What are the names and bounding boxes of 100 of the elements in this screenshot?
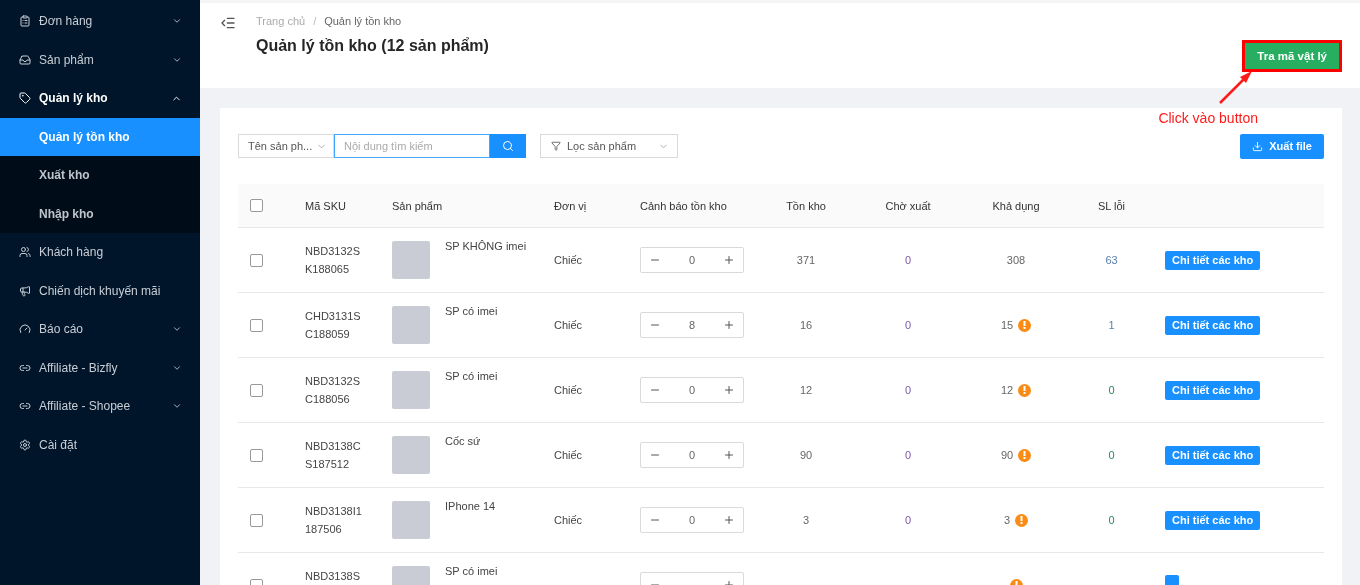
download-icon [1252,140,1264,152]
photo-placeholder [392,241,430,279]
column-header: Cảnh báo tồn kho [639,199,728,212]
stock-cell: 12 [799,384,813,396]
product-filter-select[interactable]: Lọc sản phẩm [540,134,678,158]
sku-cell-text: NBD3138S [304,569,362,584]
product-name: Cốc sứ [445,435,481,447]
search-field[interactable]: Nội dung tìm kiếm [334,134,490,158]
stock-cell: 371 [796,254,816,266]
defects-cell: 0 [1108,384,1115,396]
stock-alert-stepper[interactable]: 0 [640,507,744,533]
available-cell: 90 [1000,449,1014,461]
page-title: Quản lý tồn kho (12 sản phẩm) [256,37,490,55]
column-header: Chờ xuất [884,199,932,212]
column-header: Mã SKU [304,199,347,212]
product-name: SP có imei [445,370,498,382]
unit-cell-text: Chiếc [553,319,583,331]
annotation-text: Click vào button [1158,110,1258,126]
unit-cell-text: Chiếc [553,254,583,266]
sidebar-item[interactable]: Sản phẩm [0,40,200,79]
warehouse-details-button[interactable]: Chi tiết các kho [1165,510,1261,530]
row-checkbox[interactable] [250,383,263,397]
sku-cell-text: NBD3132S K188065 [304,244,362,277]
pending-cell: 0 [904,319,912,331]
search-icon [502,140,514,152]
product-name: SP có imei [445,305,498,317]
submenu-item[interactable]: Xuất kho [0,156,200,195]
search-by-select[interactable]: Tên sản ph... [238,134,334,158]
column-header: Tồn kho [785,199,827,212]
sidebar-item[interactable]: Báo cáo [0,310,200,349]
plus-icon[interactable] [723,449,735,461]
plus-icon[interactable] [723,514,735,526]
stock-alert-stepper[interactable]: 0 [640,247,744,273]
plus-icon[interactable] [723,254,735,266]
photo-placeholder [392,436,430,474]
sidebar-item[interactable]: Khách hàng [0,233,200,272]
available-cell: 308 [1006,254,1026,266]
column-header: Đơn vị [553,199,588,212]
settings-icon [19,438,31,451]
submenu-item[interactable]: Quản lý tồn kho [0,117,200,156]
sidebar-item[interactable]: Cài đặt [0,425,200,464]
warehouse-details-button[interactable]: Chi tiết các kho [1165,315,1261,335]
defects-cell: 0 [1108,514,1115,526]
breadcrumb-link[interactable]: Quản lý tồn kho [324,15,402,27]
defects-cell: 63 [1105,254,1118,266]
column-header: SL lỗi [1096,199,1127,212]
users-icon [19,246,31,259]
sku-cell-text: NBD3138I1 187506 [304,504,363,537]
megaphone-icon [19,284,31,297]
plus-icon[interactable] [723,384,735,396]
stock-alert-stepper[interactable]: 0 [640,442,744,468]
inbox-icon [19,53,31,66]
product-name: SP có imei [445,565,498,577]
available-cell: 15 [1000,319,1014,331]
photo-placeholder [392,371,430,409]
warehouse-details-button[interactable]: Chi tiết các kho [1165,380,1261,400]
sidebar-item[interactable]: Quản lý kho [0,79,200,118]
sidebar-item[interactable]: Chiến dịch khuyến mãi [0,271,200,310]
export-button[interactable]: Xuất file [1240,133,1324,159]
search-button[interactable] [490,134,526,158]
plus-icon[interactable] [723,319,735,331]
unit-cell-text: Chiếc [553,384,583,396]
photo-placeholder [392,501,430,539]
warehouse-details-button[interactable]: Chi tiết các kho [1165,445,1261,465]
unit-cell-text: Chiếc [553,449,583,461]
warehouse-details-button[interactable]: Chi tiết các kho [1165,250,1261,270]
filter-icon [551,141,561,151]
stock-cell: 16 [799,319,813,331]
collapse-menu-icon[interactable] [220,15,236,31]
available-cell: 12 [1000,384,1014,396]
row-checkbox[interactable] [250,253,263,267]
clipboard-icon [19,15,31,28]
product-name: IPhone 14 [445,500,496,512]
select-all-checkbox[interactable] [250,199,263,212]
sidebar-item[interactable]: Đơn hàng [0,2,200,41]
row-checkbox[interactable] [250,448,263,462]
sku-cell-text: NBD3138C S187512 [304,439,362,472]
photo-placeholder [392,306,430,344]
gauge-icon [19,323,31,336]
sku-cell-text: NBD3132S C188056 [304,374,362,407]
defects-cell: 0 [1108,449,1115,461]
sidebar-item[interactable]: Affiliate - Shopee [0,387,200,426]
pending-cell: 0 [904,254,912,266]
column-header: Khả dụng [991,199,1041,212]
sku-cell-text: CHD3131S C188059 [304,309,362,342]
breadcrumb-separator: / [313,15,317,27]
row-checkbox[interactable] [250,318,263,332]
stock-cell: 90 [799,449,813,461]
defects-cell: 1 [1108,319,1115,331]
row-checkbox[interactable] [250,513,263,527]
stock-alert-stepper[interactable]: 0 [640,377,744,403]
product-name: SP KHÔNG imei [445,240,527,252]
tag-icon [19,92,31,105]
submenu-item[interactable]: Nhập kho [0,194,200,233]
stock-cell: 3 [802,514,810,526]
pending-cell: 0 [904,514,912,526]
stock-alert-stepper[interactable]: 8 [640,312,744,338]
pending-cell: 0 [904,384,912,396]
unit-cell-text: Chiếc [553,514,583,526]
sidebar-item[interactable]: Affiliate - Bizfly [0,348,200,387]
